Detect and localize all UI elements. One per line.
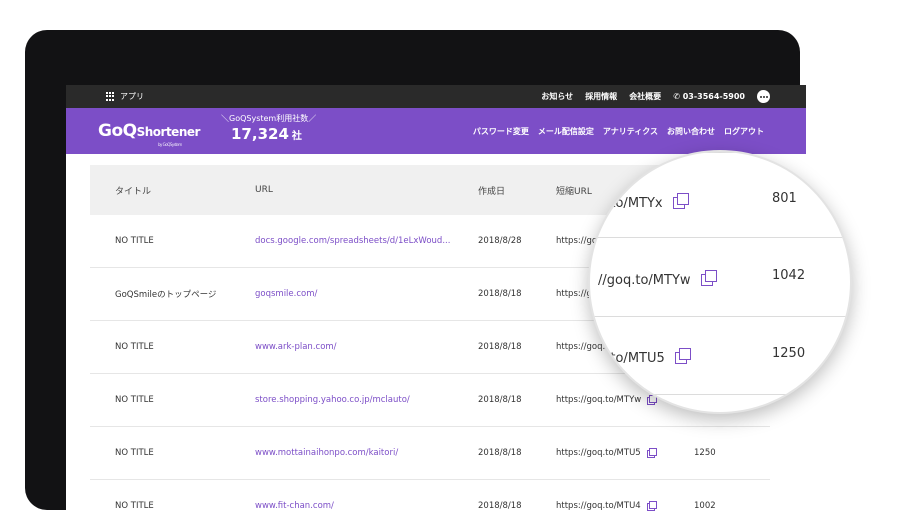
row-date: 2018/8/18 [478,395,522,405]
chat-icon[interactable] [757,90,770,103]
col-date: 作成日 [478,186,506,197]
lens-divider [590,394,850,395]
col-short-url: 短縮URL [556,186,592,197]
apps-menu[interactable]: アプリ [106,91,144,102]
row-title: GoQSmileのトップページ [115,290,217,300]
magnifier-lens: q.to/MTYx 801 //goq.to/MTYw 1042 q.to/MT… [588,150,852,414]
company-count-unit: 社 [291,131,302,142]
logo-sub: Shortener [136,125,201,139]
copy-icon[interactable] [646,501,657,511]
nav-logout[interactable]: ログアウト [724,126,764,137]
lens-divider [590,152,850,153]
lens-short-url-text: q.to/MTU5 [598,351,665,366]
row-url-link[interactable]: www.mottainaihonpo.com/kaitori/ [255,427,398,479]
lens-clicks: 1250 [772,346,806,361]
main-header: GoQShortener by GoQSystem ＼GoQSystem利用社数… [66,108,806,154]
apps-label: アプリ [120,92,144,101]
company-count-value: 17,324 [231,125,289,143]
row-title: NO TITLE [115,448,154,458]
lens-row: q.to/MTU5 1250 [590,342,850,372]
col-url: URL [255,185,273,195]
company-count-label: ＼GoQSystem利用社数／ [221,114,317,123]
row-title: NO TITLE [115,236,154,246]
news-link[interactable]: お知らせ [541,91,573,102]
row-url-link[interactable]: www.ark-plan.com/ [255,321,337,373]
table-row: NO TITLE www.fit-chan.com/ 2018/8/18 htt… [90,480,770,525]
row-clicks: 1002 [694,501,716,511]
company-count: ＼GoQSystem利用社数／ 17,324 社 [221,113,316,143]
nav-change-password[interactable]: パスワード変更 [473,126,529,137]
short-url-text: https://goq.to/MTYw [556,395,642,405]
grid-icon [106,91,116,102]
row-date: 2018/8/18 [478,342,522,352]
recruit-link[interactable]: 採用情報 [585,91,617,102]
row-url-link[interactable]: store.shopping.yahoo.co.jp/mclauto/ [255,374,410,426]
row-url-link[interactable]: www.fit-chan.com/ [255,480,334,525]
lens-short-url: //goq.to/MTYw [598,268,717,288]
row-date: 2018/8/28 [478,236,522,246]
nav-mail-settings[interactable]: メール配信設定 [538,126,594,137]
row-short-url: https://goq.to/MTU5 [556,427,657,479]
row-title: NO TITLE [115,342,154,352]
table-row: NO TITLE www.mottainaihonpo.com/kaitori/… [90,427,770,480]
lens-row: q.to/MTYx 801 [590,187,850,217]
row-title: NO TITLE [115,501,154,511]
lens-short-url-text: //goq.to/MTYw [598,273,691,288]
lens-divider [590,237,850,238]
row-clicks: 1250 [694,448,716,458]
company-link[interactable]: 会社概要 [629,91,661,102]
lens-short-url: q.to/MTU5 [598,346,691,366]
lens-short-url: q.to/MTYx [598,191,689,211]
short-url-text: https://goq.to/MTU4 [556,501,641,511]
phone-number: 03-3564-5900 [682,92,745,101]
lens-clicks: 801 [772,191,797,206]
phone-link[interactable]: ✆ 03-3564-5900 [673,92,745,101]
row-title: NO TITLE [115,395,154,405]
col-title: タイトル [115,186,152,197]
header-nav: パスワード変更 メール配信設定 アナリティクス お問い合わせ ログアウト [473,108,764,154]
copy-icon[interactable] [700,270,717,286]
utility-bar: アプリ お知らせ 採用情報 会社概要 ✆ 03-3564-5900 [66,85,806,108]
row-short-url: https://goq.to/MTU4 [556,480,657,525]
nav-contact[interactable]: お問い合わせ [667,126,715,137]
utility-links: お知らせ 採用情報 会社概要 ✆ 03-3564-5900 [541,85,770,108]
row-url-link[interactable]: goqsmile.com/ [255,268,317,320]
lens-clicks: 1042 [772,268,806,283]
lens-short-url-text: q.to/MTYx [598,196,663,211]
row-date: 2018/8/18 [478,448,522,458]
lens-divider [590,316,850,317]
copy-icon[interactable] [672,193,689,209]
logo-tag: by GoQSystem [158,142,182,147]
row-date: 2018/8/18 [478,501,522,511]
copy-icon[interactable] [674,348,691,364]
row-url-link[interactable]: docs.google.com/spreadsheets/d/1eLxWoud.… [255,215,450,267]
row-date: 2018/8/18 [478,289,522,299]
logo[interactable]: GoQShortener by GoQSystem [98,121,201,147]
short-url-text: https://goq.to/MTU5 [556,448,641,458]
nav-analytics[interactable]: アナリティクス [603,126,658,137]
copy-icon[interactable] [646,448,657,458]
lens-row: //goq.to/MTYw 1042 [590,264,850,294]
logo-main: GoQ [98,121,137,141]
phone-icon: ✆ [673,92,683,101]
